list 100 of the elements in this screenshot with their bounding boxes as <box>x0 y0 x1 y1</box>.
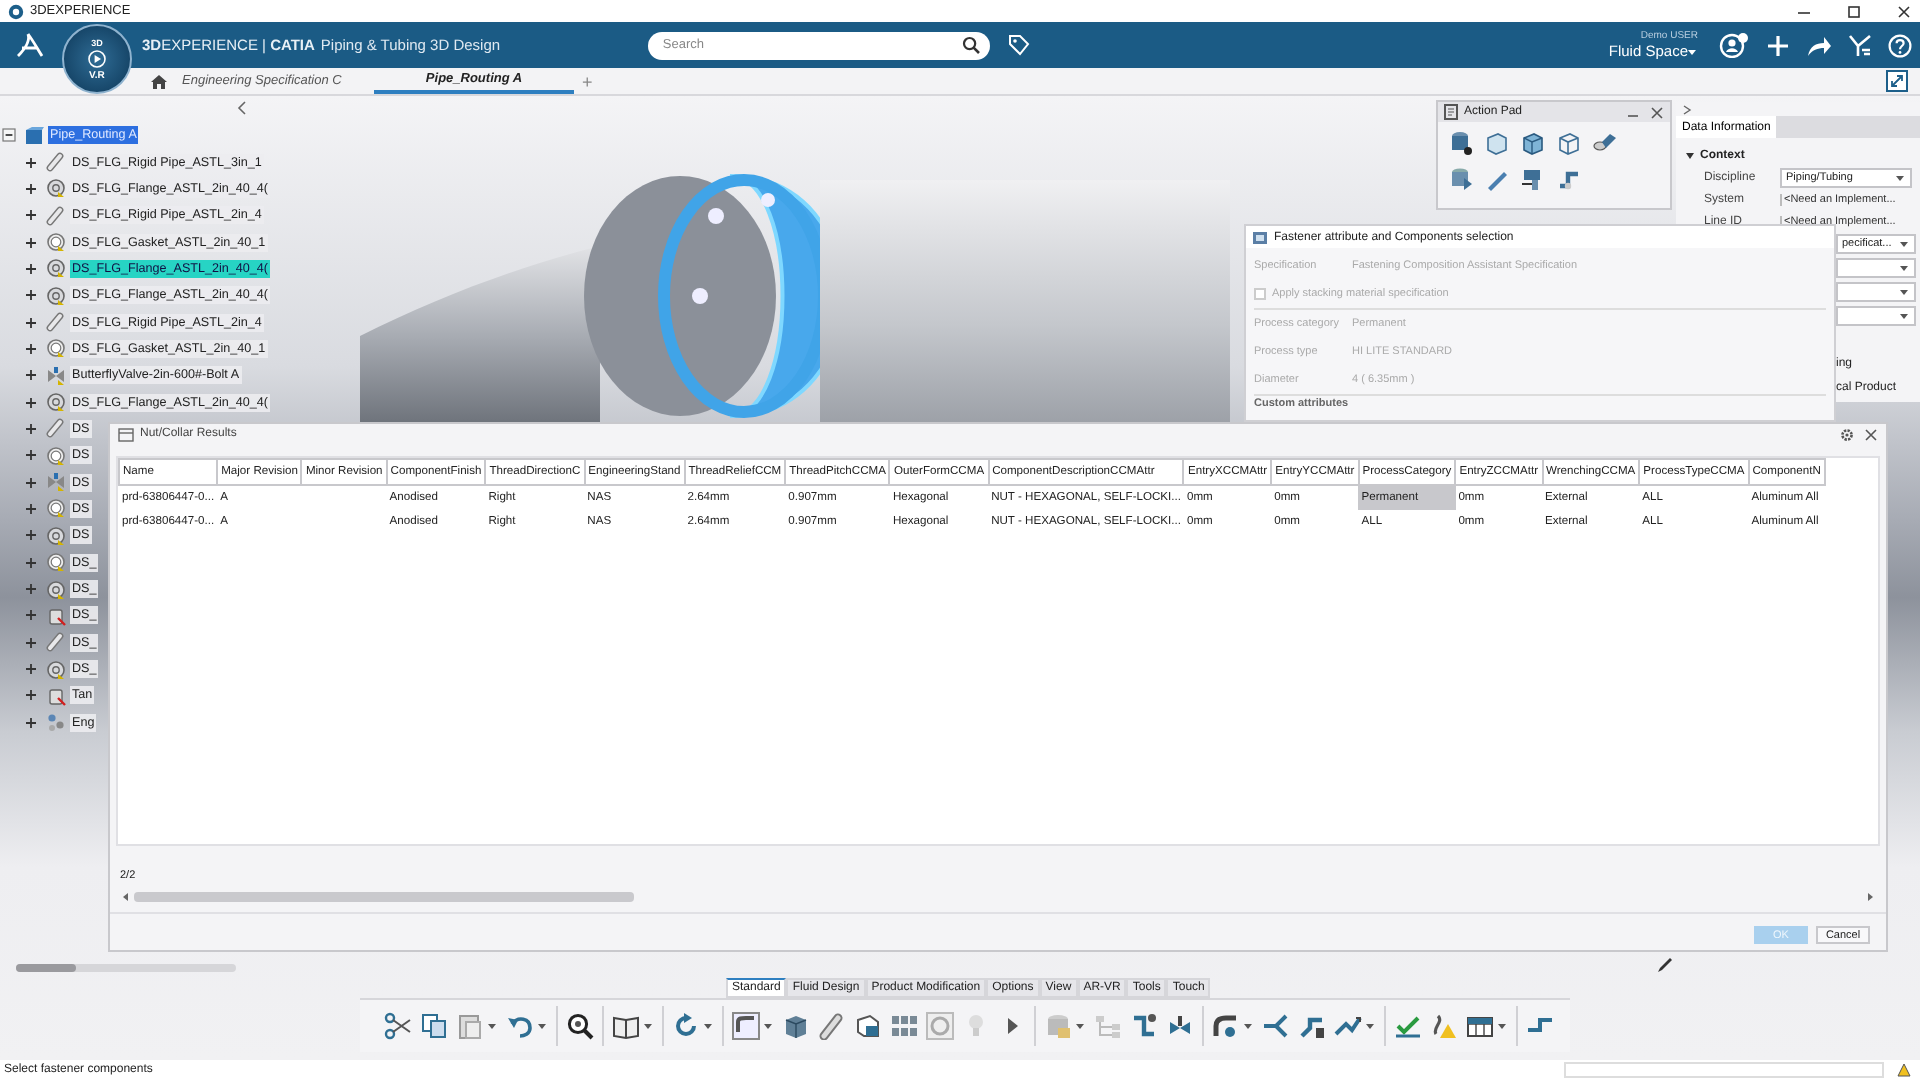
pipe-icon <box>46 205 66 226</box>
expand-icon[interactable] <box>24 635 38 650</box>
expand-icon[interactable] <box>24 261 38 276</box>
expand-icon[interactable] <box>24 155 38 170</box>
pipe-route-icon[interactable] <box>1556 166 1582 192</box>
flange-icon <box>46 579 66 600</box>
scrollbar[interactable] <box>134 891 634 901</box>
pipe-flow-icon[interactable] <box>1334 1012 1362 1040</box>
undo-icon[interactable] <box>506 1012 534 1040</box>
expand-icon[interactable] <box>24 181 38 196</box>
scroll-right-icon[interactable] <box>1866 891 1874 901</box>
pipe-select-icon[interactable] <box>732 1012 760 1040</box>
cube-icon[interactable] <box>1520 130 1546 156</box>
box-icon[interactable] <box>854 1012 882 1040</box>
zoom-icon[interactable] <box>566 1012 594 1040</box>
plus-icon[interactable] <box>1766 33 1790 57</box>
close-icon[interactable] <box>1864 427 1878 441</box>
cube-icon[interactable] <box>1484 130 1510 156</box>
piping-icon[interactable] <box>1130 1012 1158 1040</box>
tank-icon <box>46 685 66 706</box>
play-icon[interactable] <box>88 49 106 67</box>
gasket-icon <box>46 552 66 573</box>
wireframe-cube-icon[interactable] <box>1556 130 1582 156</box>
caret-icon[interactable] <box>486 1020 498 1032</box>
pipe-bend-icon[interactable] <box>1212 1012 1240 1040</box>
clamp-icon[interactable] <box>1520 166 1546 192</box>
home-icon[interactable] <box>150 73 168 89</box>
share-icon[interactable] <box>1806 33 1832 57</box>
caret-icon[interactable] <box>1242 1020 1254 1032</box>
product-icon <box>24 125 44 146</box>
caret-icon[interactable] <box>642 1020 654 1032</box>
pipe-icon <box>46 632 66 653</box>
expand-icon[interactable] <box>24 608 38 623</box>
help-icon[interactable] <box>1888 33 1912 57</box>
database-icon[interactable] <box>1448 166 1474 192</box>
caret-icon[interactable] <box>536 1020 548 1032</box>
window-icon <box>118 427 134 441</box>
chevron-left-icon[interactable] <box>236 100 248 116</box>
caret-icon[interactable] <box>1364 1020 1376 1032</box>
flange-icon <box>46 285 66 306</box>
flange-icon <box>46 392 66 413</box>
expand-icon[interactable] <box>24 475 38 490</box>
collapse-icon[interactable] <box>1684 150 1696 162</box>
scroll-left-icon[interactable] <box>122 891 130 901</box>
search-icon[interactable] <box>962 36 981 54</box>
pipe-split-icon[interactable] <box>1262 1012 1290 1040</box>
caret-icon[interactable] <box>702 1020 714 1032</box>
expand-icon[interactable] <box>24 555 38 570</box>
gasket-icon <box>46 445 66 466</box>
copy-icon[interactable] <box>420 1012 448 1040</box>
pipe-connect-icon[interactable] <box>1298 1012 1326 1040</box>
book-icon[interactable] <box>612 1012 640 1040</box>
user-avatar-icon[interactable] <box>1718 32 1750 58</box>
pen-icon <box>1656 956 1674 974</box>
expand-icon[interactable] <box>24 421 38 436</box>
valve-icon <box>46 365 66 386</box>
valve-icon[interactable] <box>1166 1012 1194 1040</box>
expand-icon[interactable] <box>24 341 38 356</box>
pipe-icon[interactable] <box>1592 130 1618 156</box>
expand-icon[interactable] <box>24 235 38 250</box>
scrollbar[interactable] <box>16 964 236 972</box>
collapse-icon[interactable] <box>2 128 16 143</box>
expand-icon[interactable] <box>24 368 38 383</box>
restore-icon[interactable] <box>1846 3 1862 19</box>
caret-icon[interactable] <box>1074 1020 1086 1032</box>
pencil-icon[interactable] <box>1484 166 1510 192</box>
expand-icon[interactable] <box>24 501 38 516</box>
caret-icon[interactable] <box>1686 45 1698 57</box>
expand-icon[interactable] <box>24 288 38 303</box>
close-icon[interactable] <box>1650 105 1664 119</box>
scissors-icon[interactable] <box>384 1012 412 1040</box>
cylinder-icon[interactable] <box>1448 130 1474 156</box>
expand-icon[interactable] <box>24 528 38 543</box>
caret-icon[interactable] <box>1894 171 1906 183</box>
expand-icon[interactable] <box>24 208 38 223</box>
check-icon[interactable] <box>1394 1012 1422 1040</box>
expand-icon[interactable] <box>24 395 38 410</box>
logo-icon <box>14 31 46 59</box>
tools-icon[interactable] <box>1848 33 1872 57</box>
expand-icon[interactable] <box>24 662 38 677</box>
fullscreen-icon[interactable] <box>1886 70 1908 92</box>
expand-icon[interactable] <box>24 448 38 463</box>
grid-icon[interactable] <box>890 1012 918 1040</box>
caret-icon[interactable] <box>762 1020 774 1032</box>
expand-icon[interactable] <box>24 715 38 730</box>
chevron-right-icon[interactable] <box>1682 104 1692 116</box>
settings-icon[interactable] <box>1840 427 1854 441</box>
pipe-icon <box>46 152 66 173</box>
flange-icon <box>46 659 66 680</box>
command-field[interactable] <box>1564 1062 1884 1078</box>
warning-icon[interactable] <box>1430 1012 1458 1040</box>
cube-icon[interactable] <box>782 1012 810 1040</box>
tag-icon[interactable] <box>1008 34 1031 56</box>
gasket-icon <box>46 498 66 519</box>
expand-icon[interactable] <box>24 315 38 330</box>
table-icon[interactable] <box>1466 1012 1494 1040</box>
caret-icon[interactable] <box>1496 1020 1508 1032</box>
expand-icon[interactable] <box>24 688 38 703</box>
close-icon[interactable] <box>1896 3 1912 19</box>
refresh-icon[interactable] <box>672 1012 700 1040</box>
